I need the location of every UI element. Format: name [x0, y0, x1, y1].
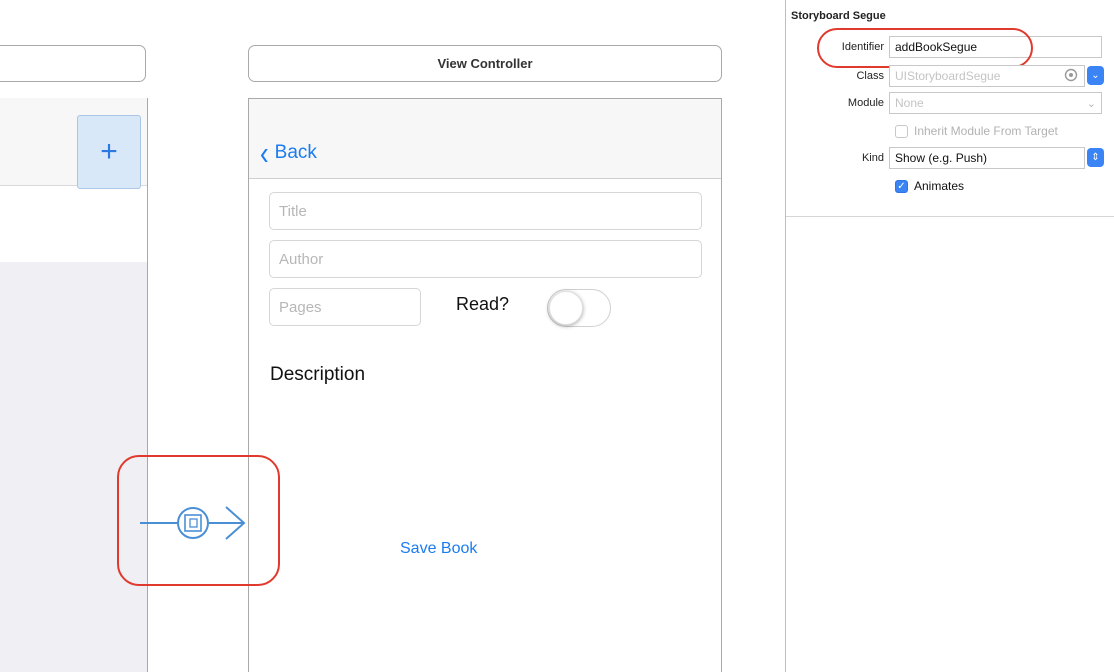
save-book-button[interactable]: Save Book [400, 540, 477, 558]
previous-scene-header[interactable] [0, 45, 146, 82]
pages-placeholder: Pages [279, 298, 322, 316]
back-button[interactable]: ‹ Back [260, 133, 317, 172]
navigation-bar [249, 99, 721, 179]
segue-highlight-annotation [117, 455, 280, 586]
module-select[interactable]: None ⌄ [889, 92, 1102, 114]
section-title: Storyboard Segue [791, 10, 886, 22]
author-placeholder: Author [279, 250, 324, 268]
class-dropdown-icon[interactable]: ⌄ [1087, 66, 1104, 85]
animates-label: Animates [914, 179, 965, 193]
inherit-module-checkbox[interactable] [895, 125, 908, 138]
read-label: Read? [456, 294, 510, 314]
add-icon: + [100, 135, 118, 168]
title-field[interactable]: Title [269, 192, 702, 230]
checkmark-icon: ✓ [897, 181, 906, 192]
identifier-highlight-annotation [817, 28, 1033, 68]
kind-dropdown-icon[interactable]: ⇕ [1087, 148, 1104, 167]
kind-select[interactable]: Show (e.g. Push) [889, 147, 1085, 169]
toggle-knob [549, 291, 583, 325]
inspector-divider [786, 216, 1114, 217]
add-button[interactable]: + [77, 115, 141, 189]
author-field[interactable]: Author [269, 240, 702, 278]
kind-label: Kind [861, 152, 884, 164]
description-label: Description [270, 364, 366, 385]
module-label: Module [847, 97, 884, 109]
go-to-class-icon[interactable] [1064, 68, 1078, 87]
inherit-module-label: Inherit Module From Target [914, 124, 1058, 138]
pages-field[interactable]: Pages [269, 288, 421, 326]
chevron-left-icon: ‹ [260, 132, 269, 172]
scene-title: View Controller [437, 56, 533, 71]
read-toggle[interactable] [547, 289, 611, 327]
class-input[interactable]: UIStoryboardSegue [889, 65, 1085, 87]
kind-value: Show (e.g. Push) [895, 151, 988, 165]
inspector-border [785, 0, 786, 672]
scene-title-bar[interactable]: View Controller [248, 45, 722, 82]
module-placeholder: None [895, 96, 924, 110]
title-placeholder: Title [279, 202, 307, 220]
class-label: Class [856, 70, 884, 82]
animates-checkbox[interactable]: ✓ [895, 180, 908, 193]
chevron-down-icon: ⌄ [1086, 97, 1096, 110]
class-placeholder: UIStoryboardSegue [895, 69, 1001, 83]
back-label: Back [274, 142, 317, 163]
